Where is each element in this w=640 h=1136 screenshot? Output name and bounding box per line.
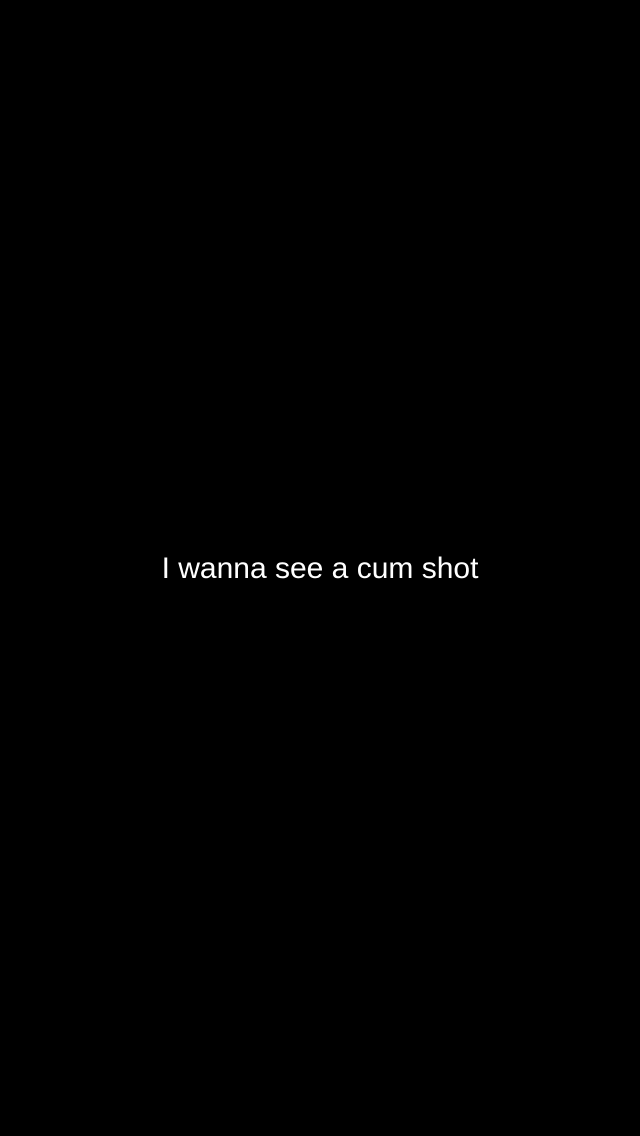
- snap-screen[interactable]: I wanna see a cum shot: [0, 0, 640, 1136]
- snap-caption: I wanna see a cum shot: [161, 552, 479, 585]
